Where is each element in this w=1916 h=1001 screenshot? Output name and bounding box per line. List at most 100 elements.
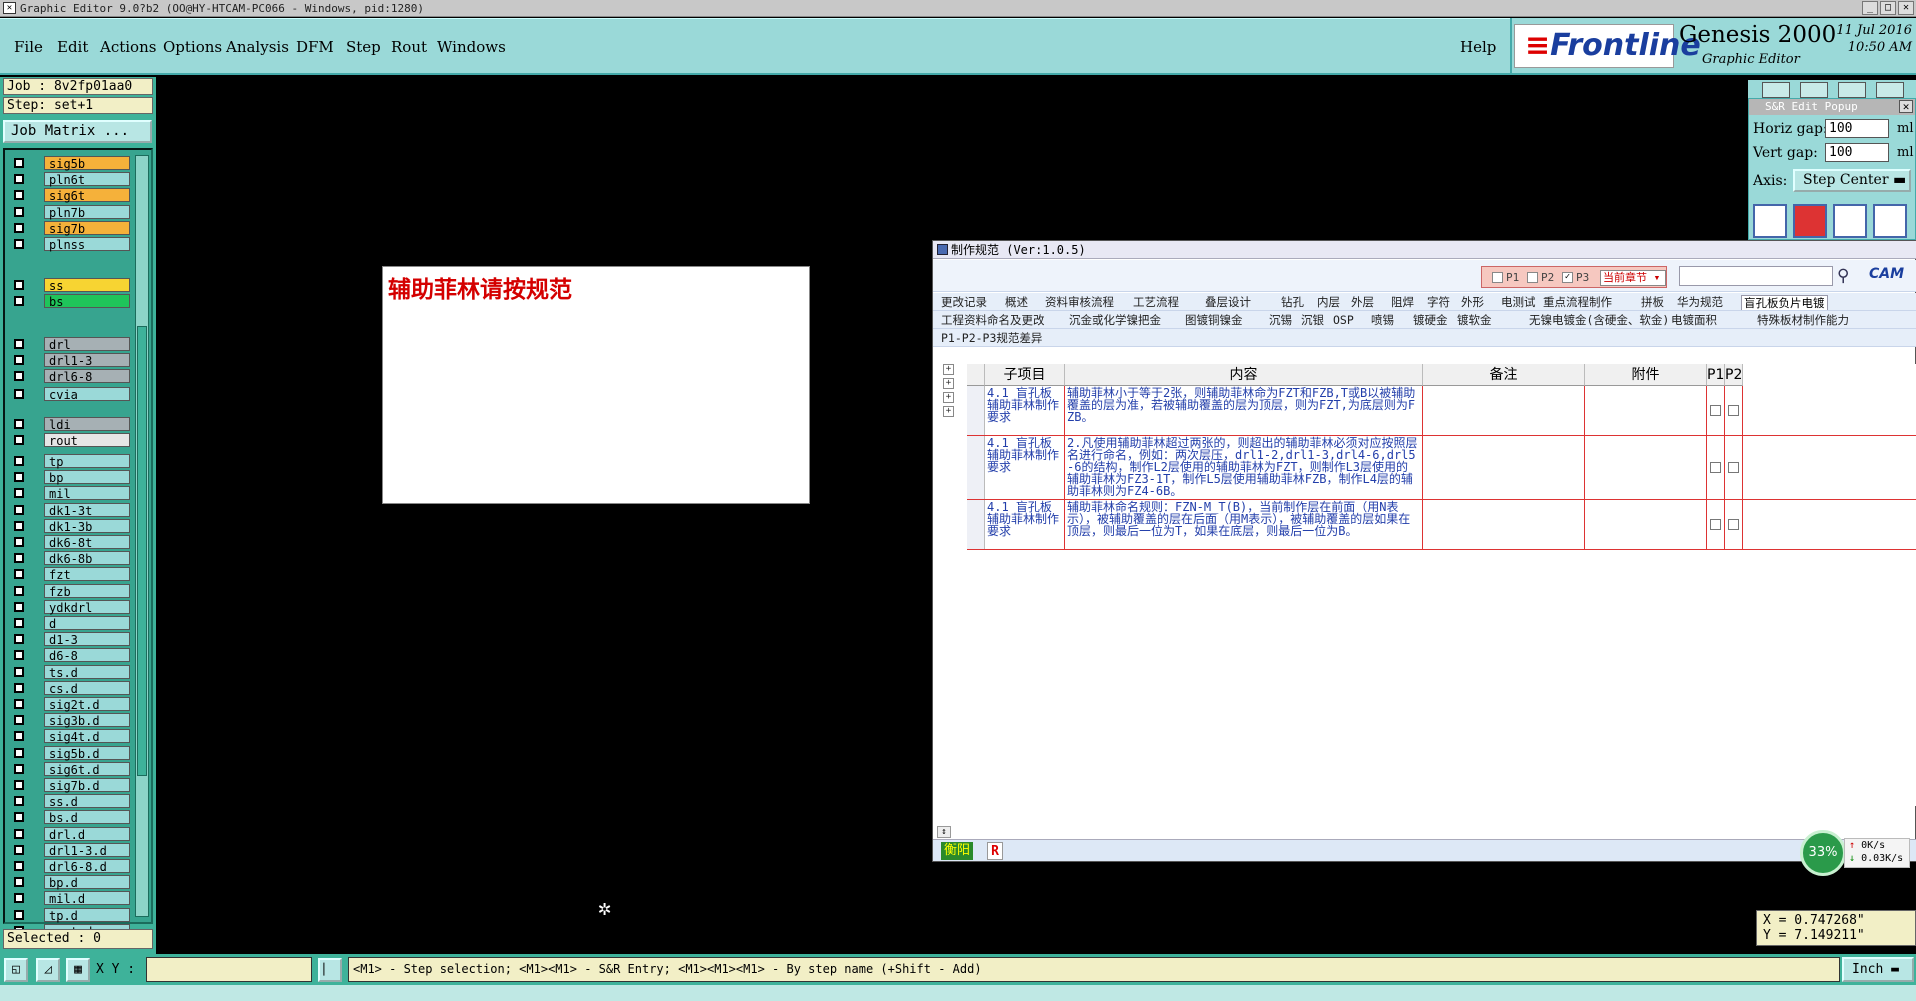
layer-checkbox[interactable]: [14, 634, 24, 645]
layer-name[interactable]: sig5b: [44, 156, 130, 171]
spec-tab[interactable]: P1-P2-P3规范差异: [941, 331, 1042, 346]
layer-checkbox[interactable]: [14, 731, 24, 742]
layer-name[interactable]: drl6-8: [44, 369, 130, 384]
layer-row[interactable]: dk6-8b: [8, 551, 130, 566]
layer-name[interactable]: ts.d: [44, 664, 130, 680]
layout-red-icon[interactable]: [1793, 204, 1827, 238]
priority-checkbox[interactable]: [1728, 462, 1739, 473]
layer-checkbox[interactable]: [14, 504, 24, 515]
layer-row[interactable]: d6-8: [8, 648, 130, 663]
layer-name[interactable]: bs.d: [44, 810, 130, 825]
layer-name[interactable]: sig4t.d: [44, 729, 130, 744]
layer-name[interactable]: rout: [44, 433, 130, 448]
layer-checkbox[interactable]: [14, 812, 24, 823]
layer-row[interactable]: dk1-3b: [8, 518, 130, 534]
layer-checkbox[interactable]: [14, 569, 24, 580]
job-matrix-button[interactable]: Job Matrix ...: [3, 120, 152, 143]
layer-row[interactable]: drl6-8.d: [8, 859, 130, 874]
layer-name[interactable]: cs.d: [44, 680, 130, 696]
spec-tab[interactable]: 内层: [1317, 295, 1340, 310]
tool-icon[interactable]: [1838, 82, 1866, 98]
menu-help[interactable]: Help: [1460, 38, 1496, 56]
spec-tab[interactable]: 电测试: [1501, 295, 1536, 310]
layer-name[interactable]: sig6t: [44, 188, 130, 203]
spec-search-input[interactable]: [1679, 266, 1833, 286]
spec-tab[interactable]: 喷锡: [1371, 313, 1394, 328]
layer-checkbox[interactable]: [14, 844, 24, 855]
layer-name[interactable]: drl1-3: [44, 353, 130, 368]
layer-checkbox[interactable]: [14, 909, 24, 920]
layer-name[interactable]: drl: [44, 337, 130, 352]
layer-name[interactable]: drl6-8.d: [44, 859, 130, 874]
layer-row[interactable]: ts.d: [8, 664, 130, 680]
layer-name[interactable]: bs: [44, 294, 130, 309]
menu-file[interactable]: File: [14, 38, 43, 56]
layer-name[interactable]: tp.d: [44, 907, 130, 923]
xy-input[interactable]: [146, 957, 312, 982]
column-header[interactable]: 子项目: [985, 364, 1065, 386]
layer-checkbox[interactable]: [14, 222, 24, 233]
grid-icon[interactable]: ▦: [66, 958, 90, 982]
measure-icon[interactable]: ◿: [36, 958, 60, 982]
layer-checkbox[interactable]: [14, 435, 24, 446]
priority-checkbox[interactable]: [1728, 405, 1739, 416]
layer-row[interactable]: sig7b: [8, 220, 130, 236]
minimize-button[interactable]: _: [1862, 1, 1878, 15]
layer-row[interactable]: tp: [8, 454, 130, 469]
table-row[interactable]: 4.1 盲孔板辅助菲林制作要求 辅助菲林命名规则：FZN-M_T(B)，当前制作层…: [967, 500, 1916, 550]
spec-tab[interactable]: 工程资料命名及更改: [941, 313, 1045, 328]
expand-icon[interactable]: +: [943, 378, 954, 389]
layer-row[interactable]: bp: [8, 470, 130, 485]
layer-checkbox[interactable]: [14, 419, 24, 429]
layer-checkbox[interactable]: [14, 296, 24, 307]
layer-checkbox[interactable]: [14, 339, 24, 349]
layer-checkbox[interactable]: [14, 389, 24, 399]
layer-checkbox[interactable]: [14, 355, 24, 366]
p3-checkbox[interactable]: ✓: [1562, 272, 1573, 283]
expand-icon[interactable]: +: [943, 364, 954, 375]
layer-checkbox[interactable]: [14, 682, 24, 693]
layer-name[interactable]: d1-3: [44, 632, 130, 647]
spec-tab[interactable]: 镀软金: [1457, 313, 1492, 328]
layer-name[interactable]: dk6-8b: [44, 551, 130, 566]
units-select[interactable]: Inch ▬: [1842, 957, 1914, 982]
layer-name[interactable]: sig7b.d: [44, 778, 130, 793]
layer-checkbox[interactable]: [14, 618, 24, 628]
spec-tab[interactable]: OSP: [1333, 313, 1354, 328]
spec-tab[interactable]: 华为规范: [1677, 295, 1723, 310]
spec-tab[interactable]: 阻焊: [1391, 295, 1414, 310]
vert-gap-input[interactable]: 100: [1825, 143, 1889, 162]
layer-row[interactable]: d: [8, 616, 130, 631]
layer-checkbox[interactable]: [14, 796, 24, 807]
layer-row[interactable]: sig7b.d: [8, 778, 130, 793]
layer-name[interactable]: dk6-8t: [44, 535, 130, 550]
layer-checkbox[interactable]: [14, 488, 24, 499]
layer-row[interactable]: cvia: [8, 387, 130, 402]
layer-name[interactable]: tp: [44, 454, 130, 469]
layer-name[interactable]: d: [44, 616, 130, 631]
spec-tab[interactable]: 电镀面积: [1671, 313, 1717, 328]
menu-windows[interactable]: Windows: [437, 38, 506, 56]
layer-name[interactable]: mil: [44, 486, 130, 501]
layer-name[interactable]: dk1-3t: [44, 502, 130, 518]
layer-row[interactable]: plnss: [8, 237, 130, 252]
spec-tab[interactable]: 盲孔板负片电镀: [1741, 295, 1828, 310]
layer-row[interactable]: ydkdrl: [8, 599, 130, 615]
layer-row[interactable]: bs: [8, 294, 130, 309]
spec-tab[interactable]: 重点流程制作: [1543, 295, 1612, 310]
tool-icon[interactable]: [1876, 82, 1904, 98]
layer-checkbox[interactable]: [14, 239, 24, 249]
spec-tab[interactable]: 沉锡: [1269, 313, 1292, 328]
menu-edit[interactable]: Edit: [57, 38, 88, 56]
layer-checkbox[interactable]: [14, 861, 24, 871]
menu-step[interactable]: Step: [346, 38, 381, 56]
layer-row[interactable]: tp.d: [8, 907, 130, 923]
layer-row[interactable]: cs.d: [8, 680, 130, 696]
footer-tag[interactable]: 衡阳: [941, 842, 974, 860]
layer-checkbox[interactable]: [14, 747, 24, 758]
layer-name[interactable]: sig7b: [44, 220, 130, 236]
layer-row[interactable]: rout: [8, 433, 130, 448]
layer-row[interactable]: sig5b.d: [8, 745, 130, 761]
layer-checkbox[interactable]: [14, 780, 24, 790]
table-row[interactable]: 4.1 盲孔板辅助菲林制作要求 2.凡使用辅助菲林超过两张的，则超出的辅助菲林必须…: [967, 436, 1916, 500]
